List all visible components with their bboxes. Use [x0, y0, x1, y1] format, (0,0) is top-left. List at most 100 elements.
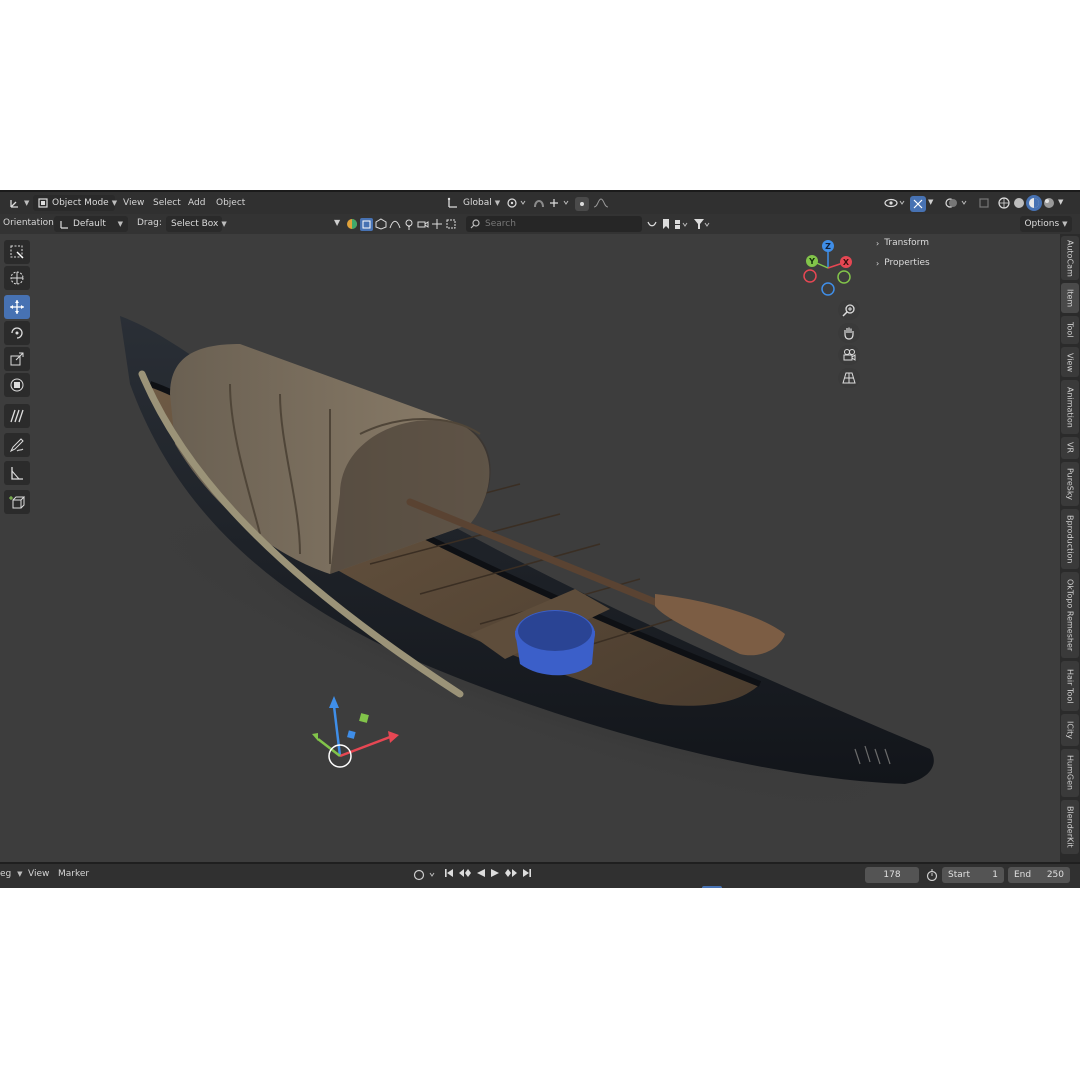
play-reverse-icon[interactable] [476, 868, 486, 878]
visibility-icon[interactable] [884, 197, 908, 209]
falloff-icon[interactable] [592, 197, 612, 209]
options-dropdown[interactable]: Options ▼ [1020, 216, 1072, 232]
shading-solid-icon[interactable] [1012, 196, 1026, 210]
tool-select-box[interactable] [4, 240, 30, 264]
tab-blenderkit[interactable]: BlenderKit [1061, 800, 1079, 854]
xray-icon[interactable] [978, 197, 992, 209]
empty-icon[interactable] [431, 218, 443, 230]
tab-vr[interactable]: VR [1061, 437, 1079, 459]
zoom-button[interactable] [838, 300, 860, 320]
tab-bproduction[interactable]: Bproduction [1061, 509, 1079, 569]
tab-view[interactable]: View [1061, 347, 1079, 377]
panel-transform-label: Transform [884, 238, 929, 248]
pivot-point-icon[interactable] [506, 197, 528, 209]
transform-gizmo[interactable] [312, 696, 399, 768]
curve-icon[interactable] [389, 218, 401, 230]
panel-properties-header[interactable]: › Properties [876, 254, 1056, 272]
snap-icon[interactable] [532, 197, 546, 209]
timeline-view-menu[interactable]: View [28, 869, 49, 879]
tool-add-cube[interactable] [4, 490, 30, 514]
prev-keyframe-icon[interactable] [458, 868, 472, 878]
chevron-down-icon: ▼ [1062, 220, 1068, 228]
tab-tool[interactable]: Tool [1061, 316, 1079, 344]
bookmark-icon[interactable] [661, 218, 671, 230]
filter-icon[interactable] [693, 218, 711, 230]
outliner-search-field[interactable]: Search [466, 216, 642, 232]
end-frame-field[interactable]: End 250 [1008, 867, 1070, 883]
object-filter-icon[interactable] [360, 217, 373, 231]
tool-scale[interactable] [4, 347, 30, 371]
search-icon [470, 219, 480, 229]
menu-view[interactable]: View [123, 198, 144, 208]
chevron-down-icon[interactable]: ▼ [334, 218, 340, 227]
gizmo-x-label: X [843, 258, 850, 267]
timeline-marker-menu[interactable]: Marker [58, 869, 89, 879]
timeline-header: eg ▼ View Marker 178 Start 1 End 250 [0, 862, 1080, 888]
play-icon[interactable] [490, 868, 500, 878]
mesh-icon[interactable] [375, 218, 387, 230]
menu-object[interactable]: Object [216, 198, 245, 208]
perspective-toggle-button[interactable] [838, 368, 860, 388]
tab-icity[interactable]: ICity [1061, 714, 1079, 746]
transform-orientation-dropdown[interactable]: Global ▼ [442, 195, 505, 211]
camera-icon[interactable] [417, 218, 429, 230]
chevron-down-icon[interactable]: ▼ [928, 198, 933, 206]
jump-start-icon[interactable] [444, 868, 454, 878]
3d-viewport[interactable]: Z X Y › Transform › Properties [0, 234, 1060, 862]
orientation-label: Global [463, 198, 492, 208]
shading-wireframe-icon[interactable] [997, 196, 1011, 210]
tab-item[interactable]: Item [1061, 283, 1079, 313]
playback-menu[interactable]: eg ▼ [0, 869, 23, 879]
case-icon[interactable] [646, 218, 658, 230]
tab-autocam[interactable]: AutoCam [1061, 236, 1079, 280]
shading-rendered-icon[interactable] [1042, 196, 1056, 210]
pan-button[interactable] [838, 323, 860, 343]
tool-transform[interactable] [4, 373, 30, 397]
tool-draw[interactable] [4, 433, 30, 457]
orientation-dropdown[interactable]: Default ▼ [54, 216, 128, 232]
tool-rotate[interactable] [4, 321, 30, 345]
tab-puresky[interactable]: PureSky [1061, 462, 1079, 506]
gizmo-toggle-icon[interactable] [910, 196, 926, 212]
jump-end-icon[interactable] [522, 868, 532, 878]
chevron-down-icon[interactable]: ▼ [1058, 198, 1063, 206]
camera-icon [842, 348, 856, 362]
start-value: 1 [992, 870, 998, 880]
menu-add[interactable]: Add [188, 198, 205, 208]
current-frame-field[interactable]: 178 [865, 867, 919, 883]
tab-humgen[interactable]: HumGen [1061, 749, 1079, 797]
chevron-right-icon: › [876, 258, 880, 268]
tool-move[interactable] [4, 295, 30, 319]
next-keyframe-icon[interactable] [504, 868, 518, 878]
scale-icon [9, 351, 25, 367]
tab-hair-tool[interactable]: Hair Tool [1061, 661, 1079, 711]
select-box-icon [9, 244, 25, 260]
tool-measure[interactable] [4, 461, 30, 485]
frame-indicator [702, 886, 722, 888]
snap-target-icon[interactable] [548, 197, 572, 209]
tool-annotate[interactable] [4, 404, 30, 428]
panel-transform-header[interactable]: › Transform [876, 234, 1056, 252]
light-icon[interactable] [403, 218, 415, 230]
drag-dropdown[interactable]: Select Box ▼ [166, 216, 227, 232]
collection-icon[interactable] [674, 218, 690, 230]
start-frame-field[interactable]: Start 1 [942, 867, 1004, 883]
tool-cursor[interactable] [4, 266, 30, 290]
auto-keying-icon[interactable] [412, 868, 440, 882]
other-icon[interactable] [445, 218, 457, 230]
proportional-editing-icon[interactable] [575, 197, 589, 211]
tab-label: VR [1065, 442, 1075, 454]
playback-menu-label: eg [0, 869, 12, 879]
tab-animation[interactable]: Animation [1061, 380, 1079, 434]
mode-dropdown[interactable]: Object Mode ▼ [33, 195, 117, 211]
editor-type-button[interactable]: ▼ [4, 195, 34, 211]
overlays-icon[interactable] [944, 196, 972, 210]
navigation-gizmo[interactable]: Z X Y [798, 234, 858, 298]
camera-view-button[interactable] [838, 345, 860, 365]
stopwatch-icon[interactable] [926, 869, 938, 881]
tab-oktopo-remesher[interactable]: OkTopo Remesher [1061, 572, 1079, 658]
chevron-down-icon: ▼ [494, 199, 501, 207]
material-icon[interactable] [346, 218, 358, 230]
shading-material-icon[interactable] [1026, 195, 1042, 211]
menu-select[interactable]: Select [153, 198, 181, 208]
